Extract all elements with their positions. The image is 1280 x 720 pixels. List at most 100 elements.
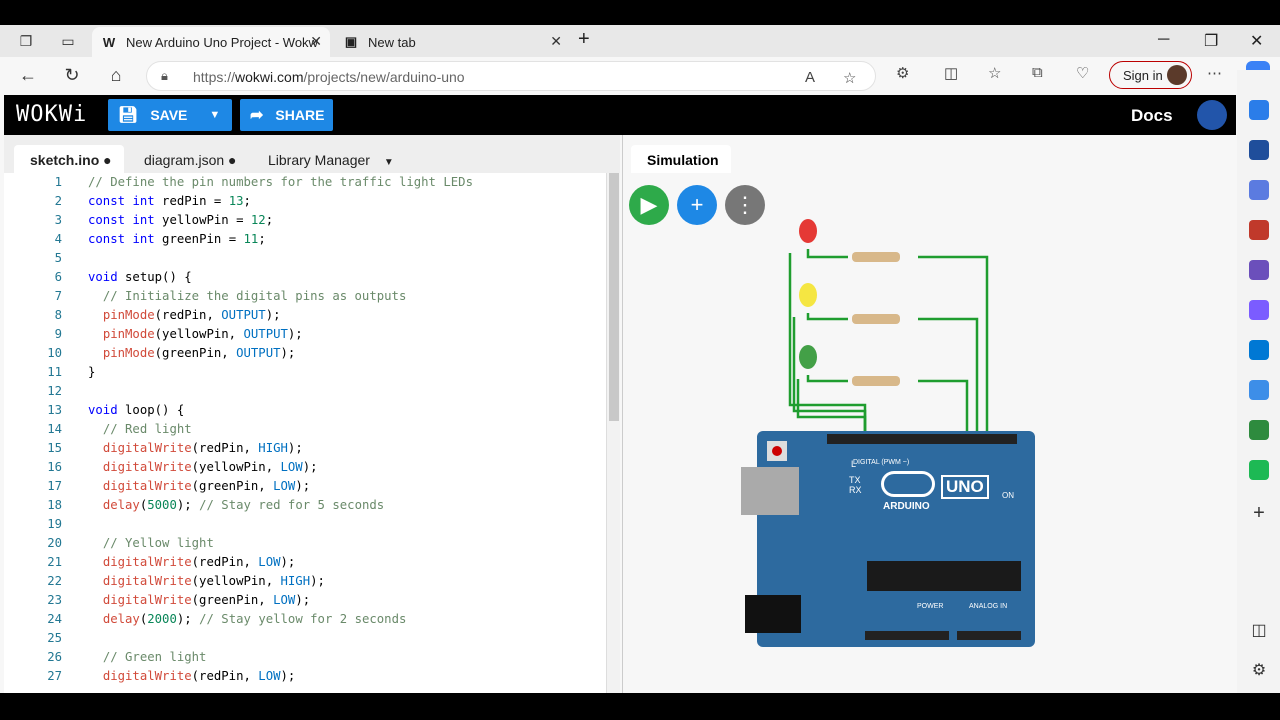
tab-new[interactable]: ▣ New tab ✕	[334, 27, 570, 57]
read-aloud-icon[interactable]: A	[805, 69, 815, 86]
tab-diagram-json[interactable]: diagram.json ●	[144, 145, 254, 173]
line-text: // Yellow light	[102, 536, 214, 550]
line-number: 2	[54, 194, 62, 208]
notifications-icon[interactable]	[1249, 100, 1269, 120]
workspaces-icon[interactable]: ❐	[16, 31, 36, 51]
line-number: 3	[54, 213, 62, 227]
line-text: digitalWrite(redPin, LOW);	[102, 555, 296, 569]
wokwi-w-icon: W	[102, 34, 116, 50]
copilot-designer-icon[interactable]	[1249, 300, 1269, 320]
code-line[interactable]: 1 // Define the pin numbers for the traff…	[4, 173, 606, 192]
led	[799, 345, 817, 369]
line-number: 21	[47, 555, 62, 569]
line-text: const int redPin = 13;	[88, 194, 251, 208]
code-line[interactable]: 12	[4, 382, 606, 401]
tabs-dropdown-icon[interactable]: ▼	[384, 157, 394, 168]
tree-icon[interactable]	[1249, 420, 1269, 440]
code-line[interactable]: 23 digitalWrite(greenPin, LOW);	[4, 591, 606, 610]
user-avatar[interactable]	[1197, 100, 1227, 130]
code-line[interactable]: 24 delay(2000); // Stay yellow for 2 sec…	[4, 610, 606, 629]
collections-icon[interactable]: ⧉	[1032, 64, 1043, 81]
tab-wokwi[interactable]: W New Arduino Uno Project - Wokw ✕	[92, 27, 330, 57]
scrollbar-thumb[interactable]	[609, 173, 619, 421]
code-line[interactable]: 6 void setup() {	[4, 268, 606, 287]
code-line[interactable]: 25	[4, 629, 606, 648]
editor-scrollbar[interactable]	[606, 173, 620, 693]
code-line[interactable]: 11}	[4, 363, 606, 382]
line-number: 19	[47, 517, 62, 531]
code-line[interactable]: 27 digitalWrite(redPin, LOW);	[4, 667, 606, 686]
code-line[interactable]: 15 digitalWrite(redPin, HIGH);	[4, 439, 606, 458]
favorite-star-icon[interactable]: ☆	[843, 69, 856, 87]
games-icon[interactable]	[1249, 260, 1269, 280]
minimize-icon[interactable]: ─	[1158, 31, 1169, 49]
code-line[interactable]: 26 // Green light	[4, 648, 606, 667]
tab-label: New tab	[368, 34, 416, 50]
gnd-wire	[788, 253, 867, 435]
line-number: 4	[54, 232, 62, 246]
save-button[interactable]: 💾︎ SAVE ▼	[108, 99, 232, 131]
shopping-icon[interactable]	[1249, 180, 1269, 200]
line-text: void loop() {	[88, 403, 185, 417]
line-text: pinMode(yellowPin, OUTPUT);	[102, 327, 303, 341]
docs-link[interactable]: Docs	[1131, 106, 1173, 126]
settings-gear-icon[interactable]: ⚙	[1249, 660, 1269, 680]
split-screen-icon[interactable]: ◫	[944, 64, 958, 82]
drop-icon[interactable]	[1249, 380, 1269, 400]
spotify-icon[interactable]	[1249, 460, 1269, 480]
close-tab-icon[interactable]: ✕	[310, 33, 322, 50]
tab-library-manager[interactable]: Library Manager ▼	[268, 145, 408, 173]
new-tab-plus-icon[interactable]: +	[578, 28, 590, 51]
sidebar-panel-icon[interactable]: ◫	[1249, 620, 1269, 640]
restore-icon[interactable]: ❐	[1204, 31, 1218, 51]
tab-bar: ❐ ▭ W New Arduino Uno Project - Wokw ✕ ▣…	[0, 25, 1280, 57]
performance-icon[interactable]: ♡	[1076, 64, 1089, 82]
code-line[interactable]: 20 // Yellow light	[4, 534, 606, 553]
code-line[interactable]: 21 digitalWrite(redPin, LOW);	[4, 553, 606, 572]
more-menu-icon[interactable]: ⋯	[1207, 64, 1222, 82]
code-line[interactable]: 8 pinMode(redPin, OUTPUT);	[4, 306, 606, 325]
favorites-icon[interactable]: ☆	[988, 64, 1001, 82]
code-line[interactable]: 2 const int redPin = 13;	[4, 192, 606, 211]
back-icon[interactable]: ←	[16, 65, 40, 87]
code-line[interactable]: 5	[4, 249, 606, 268]
wires	[788, 249, 989, 435]
arduino-uno-board[interactable]: DIGITAL (PWM ~) TX RX L ARDUINO UNO ON P…	[741, 431, 1035, 647]
analog-label: ANALOG IN	[969, 603, 1008, 610]
code-line[interactable]: 4 const int greenPin = 11;	[4, 230, 606, 249]
code-line[interactable]: 17 digitalWrite(greenPin, LOW);	[4, 477, 606, 496]
code-line[interactable]: 10 pinMode(greenPin, OUTPUT);	[4, 344, 606, 363]
line-text: void setup() {	[88, 270, 192, 284]
close-window-icon[interactable]: ✕	[1250, 31, 1263, 51]
share-button[interactable]: ➦ SHARE	[240, 99, 333, 131]
code-line[interactable]: 13 void loop() {	[4, 401, 606, 420]
search-icon[interactable]	[1249, 140, 1269, 160]
code-line[interactable]: 3 const int yellowPin = 12;	[4, 211, 606, 230]
line-number: 9	[54, 327, 62, 341]
line-number: 26	[47, 650, 62, 664]
add-sidebar-icon[interactable]: +	[1249, 502, 1269, 524]
code-line[interactable]: 7 // Initialize the digital pins as outp…	[4, 287, 606, 306]
outlook-icon[interactable]	[1249, 340, 1269, 360]
code-line[interactable]: 14 // Red light	[4, 420, 606, 439]
save-dropdown-icon[interactable]: ▼	[209, 109, 220, 121]
tab-sketch-ino[interactable]: sketch.ino ●	[14, 145, 124, 173]
reset-button[interactable]	[767, 441, 787, 461]
tab-actions-icon[interactable]: ▭	[58, 31, 78, 51]
code-line[interactable]: 22 digitalWrite(yellowPin, HIGH);	[4, 572, 606, 591]
code-line[interactable]: 16 digitalWrite(yellowPin, LOW);	[4, 458, 606, 477]
wokwi-logo[interactable]: WOKWi	[16, 102, 87, 127]
home-icon[interactable]: ⌂	[104, 65, 128, 87]
line-text: digitalWrite(greenPin, LOW);	[102, 479, 311, 493]
unsaved-dot-icon: ●	[228, 152, 237, 168]
sign-in-button[interactable]: Sign in	[1109, 61, 1192, 89]
close-tab-icon[interactable]: ✕	[550, 33, 562, 50]
code-area[interactable]: 1 // Define the pin numbers for the traff…	[4, 173, 606, 693]
url-input[interactable]: 🔒︎ https://wokwi.com/projects/new/arduin…	[146, 61, 876, 91]
code-line[interactable]: 9 pinMode(yellowPin, OUTPUT);	[4, 325, 606, 344]
tools-icon[interactable]	[1249, 220, 1269, 240]
code-line[interactable]: 18 delay(5000); // Stay red for 5 second…	[4, 496, 606, 515]
refresh-icon[interactable]: ↻	[60, 65, 84, 87]
extensions-icon[interactable]: ⚙	[896, 64, 909, 82]
code-line[interactable]: 19	[4, 515, 606, 534]
